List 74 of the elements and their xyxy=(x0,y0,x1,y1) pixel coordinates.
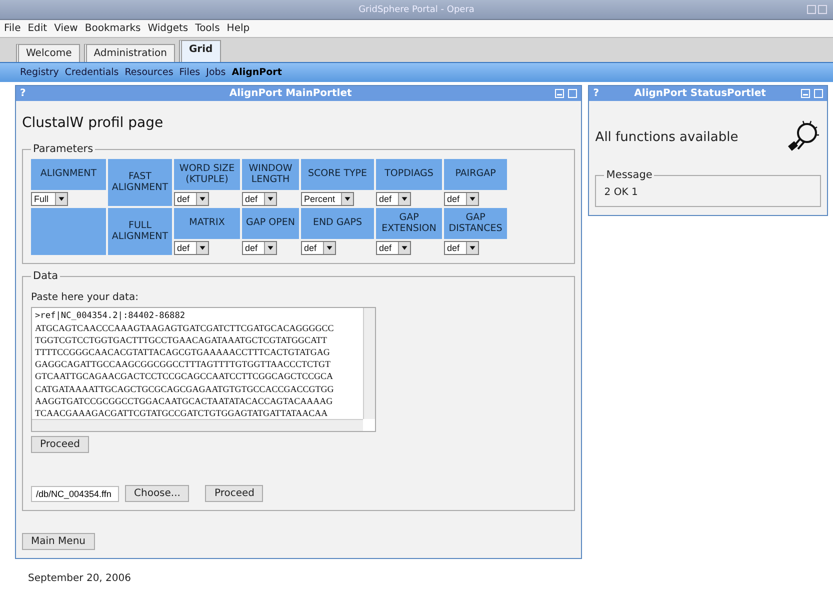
parameter-label: MATRIX xyxy=(174,208,240,239)
dropdown[interactable]: Full xyxy=(31,192,68,206)
choose-button[interactable]: Choose... xyxy=(125,485,190,502)
parameter-label: ALIGNMENT xyxy=(31,159,106,190)
proceed-button[interactable]: Proceed xyxy=(205,485,264,502)
main-menu-button[interactable]: Main Menu xyxy=(22,533,95,550)
nav-link[interactable]: Files xyxy=(179,67,200,78)
parameter-label: SCORE TYPE xyxy=(301,159,374,190)
minimize-icon[interactable] xyxy=(555,89,564,98)
file-field[interactable]: /db/NC_004354.ffn xyxy=(31,486,119,502)
footer-date: September 20, 2006 xyxy=(28,573,132,584)
dropdown[interactable]: def xyxy=(376,241,411,255)
dropdown[interactable]: def xyxy=(444,241,479,255)
dropdown[interactable]: def xyxy=(242,192,277,206)
message-text: 2 OK 1 xyxy=(604,187,638,198)
parameter-label: WORD SIZE (KTUPLE) xyxy=(174,159,240,190)
proceed-button[interactable]: Proceed xyxy=(31,436,90,453)
data-textarea[interactable] xyxy=(31,307,376,432)
sequence-line: AAGGTGATCCGCGGCCTGGACAATGCACTAATATACACCAGTACAAAAG xyxy=(35,394,334,407)
menu-item[interactable]: Tools xyxy=(195,23,220,34)
nav-link[interactable]: AlignPort xyxy=(232,67,282,78)
group-legend: Message xyxy=(604,169,654,181)
window-title: GridSphere Portal - Opera xyxy=(358,4,474,14)
tab[interactable]: Welcome xyxy=(16,44,80,62)
group-legend: Data xyxy=(31,270,60,282)
vertical-scrollbar[interactable] xyxy=(363,308,375,419)
sequence-line: TCAACGAAAGACGATTCGTATGCCGATCTGTGGAGTATGATTATAACAA xyxy=(35,406,329,419)
sequence-line: TTTTCCGGGCAACACGTATTACAGCGTGAAAAACCTTTCACTGTATGAG xyxy=(35,346,331,358)
horizontal-scrollbar[interactable] xyxy=(32,419,363,431)
nav-link[interactable]: Registry xyxy=(20,67,59,78)
portlet-title: AlignPort MainPortlet xyxy=(228,88,353,99)
sequence-line: >ref|NC_004354.2|:84402-86882 xyxy=(35,310,186,322)
nav-link[interactable]: Resources xyxy=(124,67,174,78)
menu-item[interactable]: Bookmarks xyxy=(84,23,141,34)
sequence-line: CATGATAAAATTGCAGCTGCGCAGCGAGAATGTGTGCCACCGACCGTGG xyxy=(35,382,335,395)
dropdown[interactable]: def xyxy=(301,241,336,255)
sequence-line: GAGGCAGATTGCCAAGCGGCGGCCTTTAGTTTTGTGGTTAACCCTCTGT xyxy=(35,358,332,370)
parameter-label: FAST ALIGNMENT xyxy=(108,159,172,206)
maximize-icon[interactable] xyxy=(814,89,823,98)
menu-item[interactable]: Edit xyxy=(28,23,48,34)
status-text: All functions available xyxy=(595,130,738,144)
parameter-label: TOPDIAGS xyxy=(376,159,442,190)
group-legend: Parameters xyxy=(31,143,96,155)
minimize-icon[interactable] xyxy=(801,89,810,98)
minimize-button[interactable] xyxy=(807,5,816,14)
menu-item[interactable]: File xyxy=(4,23,21,34)
dropdown[interactable]: Percent xyxy=(301,192,354,206)
maximize-button[interactable] xyxy=(818,5,827,14)
parameter-label: WINDOW LENGTH xyxy=(242,159,299,190)
sequence-line: GTCAATTGCAGAACGACTCCTCCGCAGCCAATCCTTCGGCAGCTCCGCA xyxy=(35,370,334,383)
page-heading: ClustalW profil page xyxy=(22,115,164,131)
dropdown[interactable]: def xyxy=(174,192,209,206)
nav-link[interactable]: Credentials xyxy=(64,67,119,78)
data-prompt: Paste here your data: xyxy=(31,292,140,303)
dropdown[interactable]: def xyxy=(376,192,411,206)
nav-link[interactable]: Jobs xyxy=(206,67,226,78)
dropdown[interactable]: def xyxy=(174,241,209,255)
sequence-line: ATGCAGTCAACCCAAAGTAAGAGTGATCGATCTTCGATGCACAGGGGCC xyxy=(35,322,335,334)
menu-item[interactable]: Help xyxy=(226,23,250,34)
dropdown[interactable]: def xyxy=(242,241,277,255)
maximize-icon[interactable] xyxy=(568,89,578,98)
parameter-label: GAP OPEN xyxy=(242,208,299,239)
sequence-line: TGGTCGTCCTGGTGACTTTGCCTGAACAGATAAATGCTCGTATGGCATT xyxy=(35,334,328,346)
parameter-label: PAIRGAP xyxy=(444,159,507,190)
tab[interactable]: Grid xyxy=(178,40,221,62)
menu-item[interactable]: Widgets xyxy=(148,23,188,34)
portlet-title: AlignPort StatusPortlet xyxy=(633,88,767,99)
dropdown[interactable]: def xyxy=(444,192,479,206)
menu-item[interactable]: View xyxy=(54,23,78,34)
parameter-label: FULL ALIGNMENT xyxy=(108,208,172,255)
parameter-label: GAP DISTANCES xyxy=(444,208,507,239)
tab[interactable]: Administration xyxy=(84,44,175,62)
parameter-label: GAP EXTENSION xyxy=(376,208,442,239)
parameter-label: END GAPS xyxy=(301,208,374,239)
